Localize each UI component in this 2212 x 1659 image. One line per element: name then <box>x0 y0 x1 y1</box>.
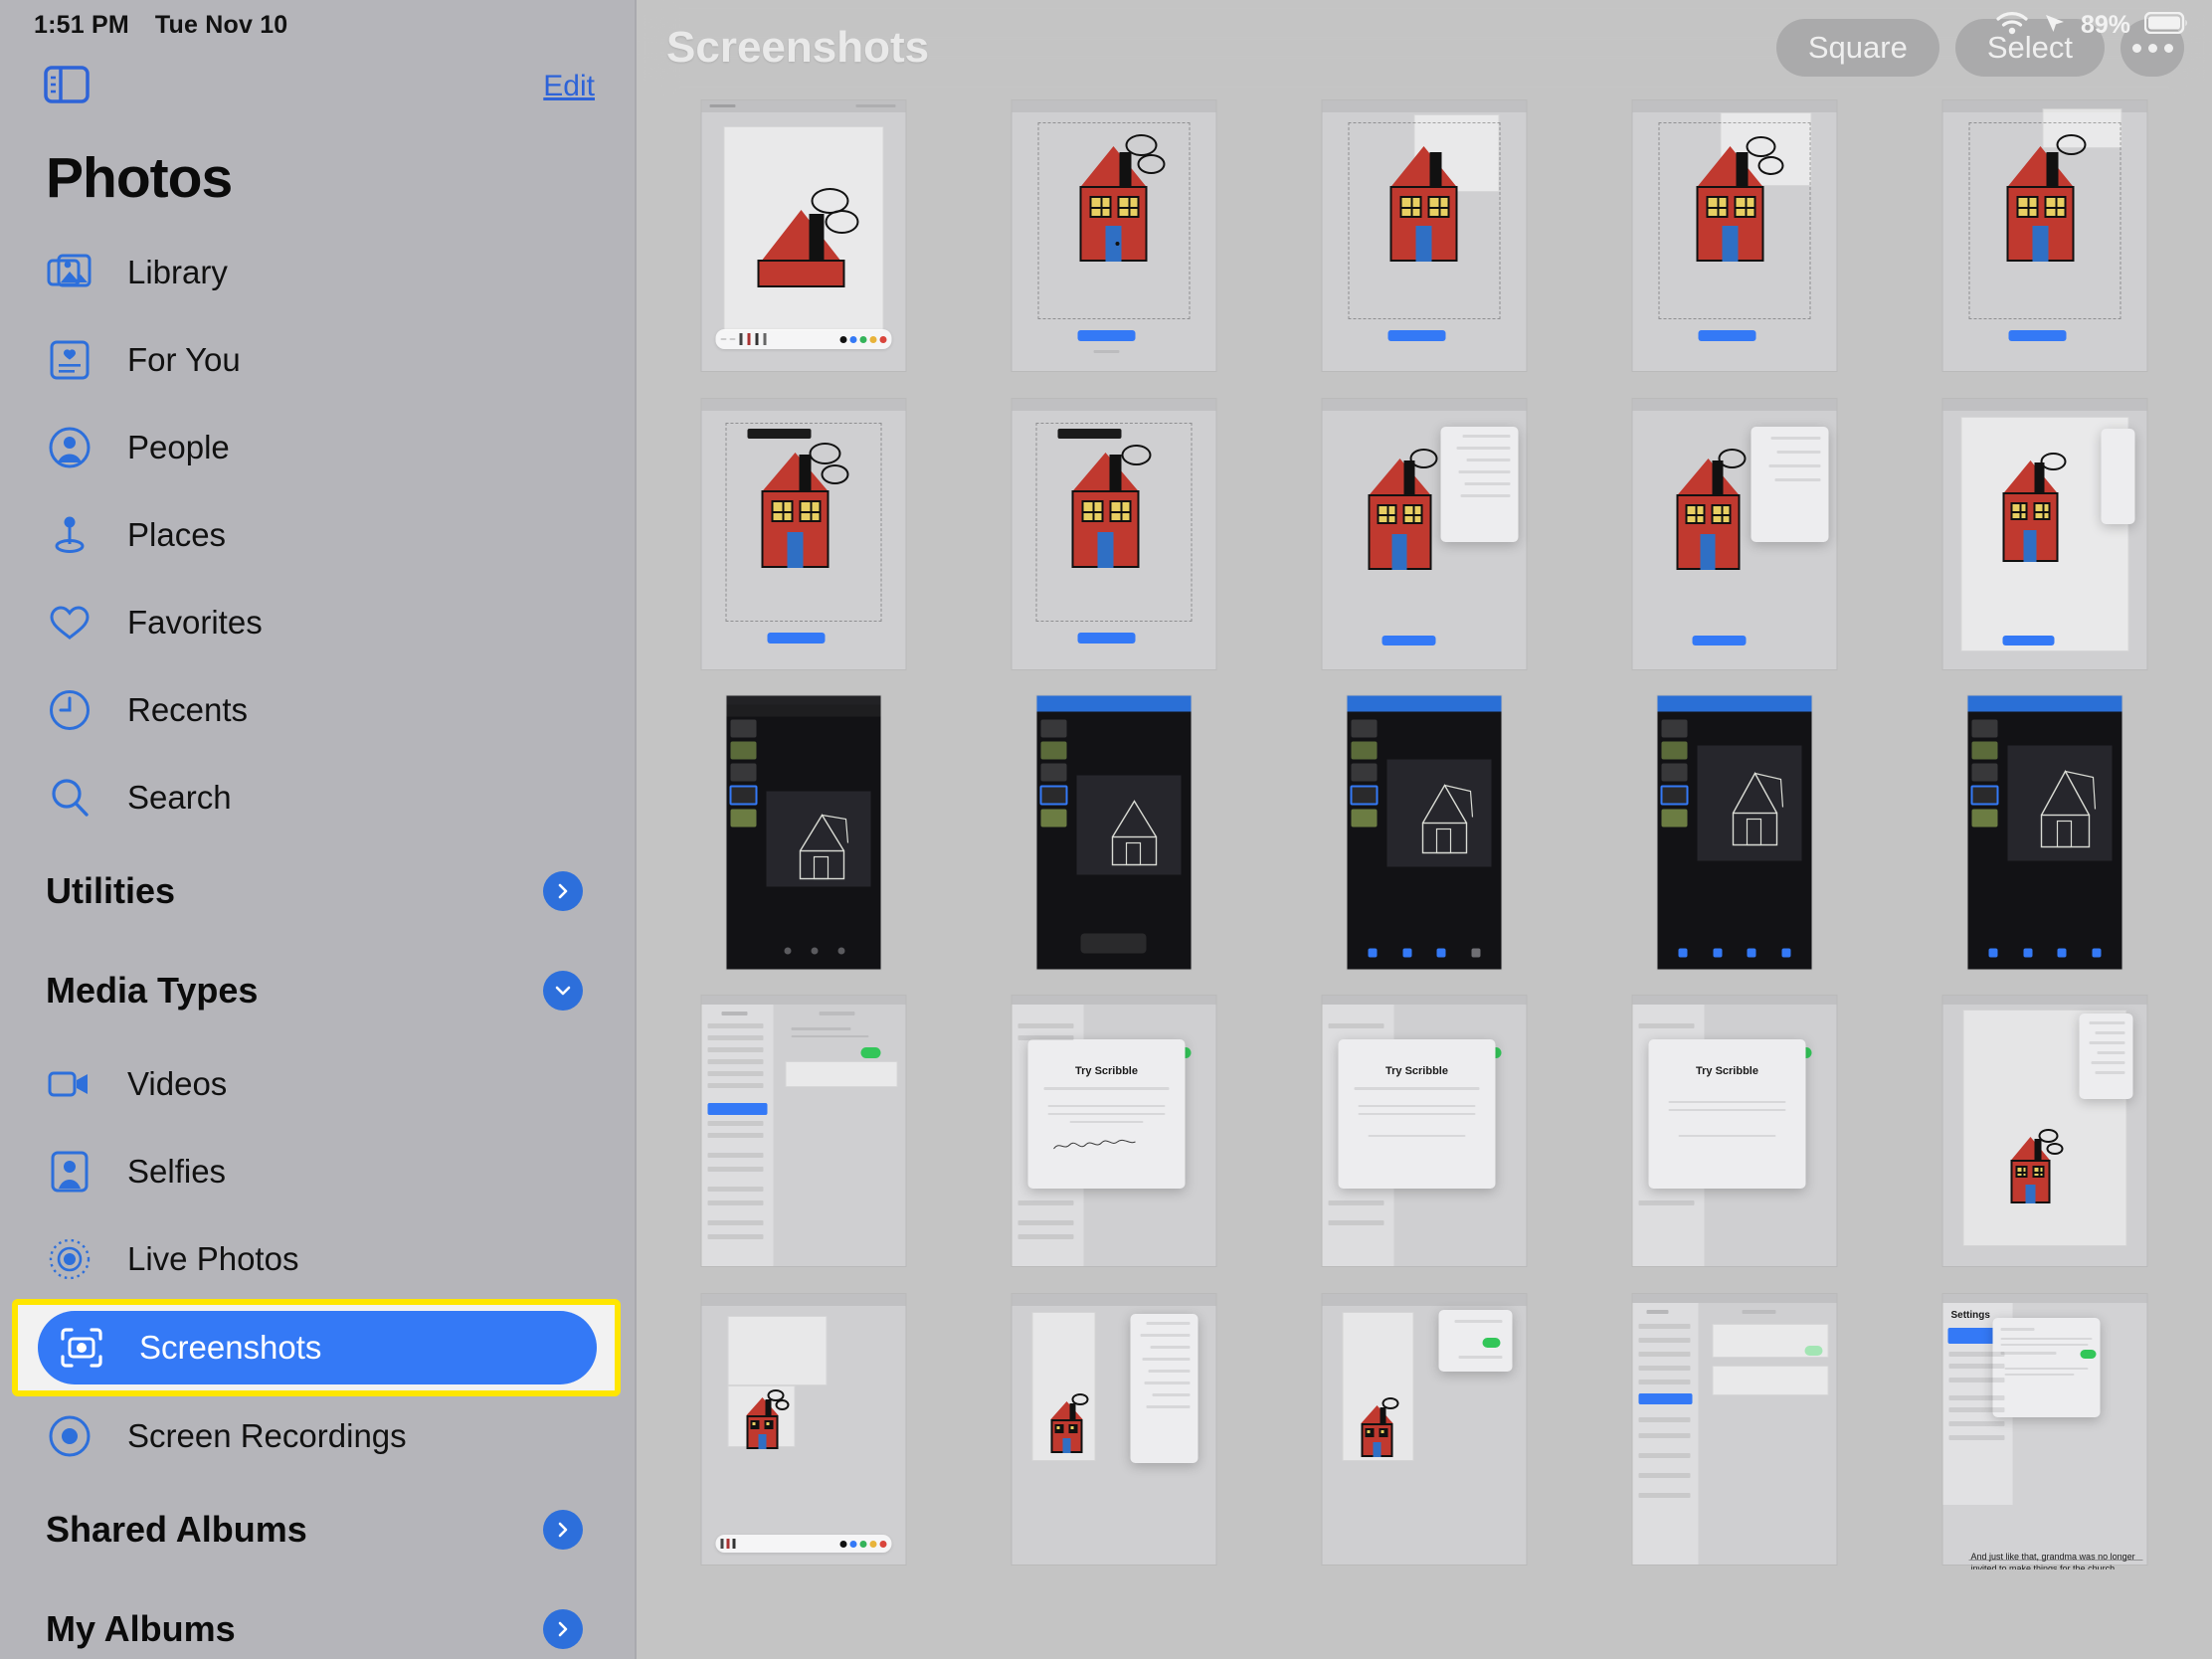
grid-item[interactable] <box>1279 95 1569 376</box>
sidebar-top-row: Edit <box>0 50 635 123</box>
grid-item[interactable] <box>658 394 949 674</box>
grid-item[interactable]: Settings And just like that, grandma was… <box>1900 1289 2190 1569</box>
for-you-card-icon <box>46 336 93 384</box>
photo-grid: Try Scribble Try Scribble Try Scribble S… <box>637 0 2212 1659</box>
grid-item[interactable]: Try Scribble <box>1589 991 1880 1271</box>
sidebar-item-label: Favorites <box>127 604 263 641</box>
thumbnail-caption: And just like that, grandma was no longe… <box>1970 1552 2135 1569</box>
sidebar-section-my-albums[interactable]: My Albums <box>0 1579 635 1659</box>
location-arrow-icon <box>2043 11 2067 40</box>
status-time: 1:51 PM <box>34 10 129 39</box>
chevron-down-icon[interactable] <box>543 971 583 1011</box>
grid-item[interactable] <box>658 692 949 973</box>
page-title: Photos <box>46 146 233 210</box>
sidebar: 1:51 PM Tue Nov 10 Edit Photos Library F… <box>0 0 637 1659</box>
grid-item[interactable] <box>969 394 1259 674</box>
sidebar-item-places[interactable]: Places <box>0 491 635 579</box>
sidebar-item-videos[interactable]: Videos <box>0 1040 635 1128</box>
grid-item[interactable] <box>969 692 1259 973</box>
content-area: 89% Screenshots Square Select Try Scribb… <box>637 0 2212 1659</box>
heart-icon <box>46 599 93 646</box>
sidebar-item-people[interactable]: People <box>0 404 635 491</box>
sidebar-item-for-you[interactable]: For You <box>0 316 635 404</box>
chevron-right-icon[interactable] <box>543 871 583 911</box>
sidebar-item-screenshots[interactable]: Screenshots <box>38 1311 597 1384</box>
sidebar-item-label: Library <box>127 254 228 290</box>
sidebar-item-label: For You <box>127 341 241 378</box>
sidebar-item-recents[interactable]: Recents <box>0 666 635 754</box>
battery-percent: 89% <box>2080 10 2130 39</box>
person-circle-icon <box>46 424 93 471</box>
grid-item[interactable] <box>1900 95 2190 376</box>
section-label: Shared Albums <box>46 1509 307 1550</box>
grid-item[interactable] <box>1900 692 2190 973</box>
sidebar-item-label: Screen Recordings <box>127 1417 407 1454</box>
sidebar-item-label: Selfies <box>127 1153 227 1190</box>
sidebar-section-media-types[interactable]: Media Types <box>0 941 635 1040</box>
sidebar-item-label: Places <box>127 516 227 553</box>
album-title: Screenshots <box>666 23 930 72</box>
sidebar-item-library[interactable]: Library <box>0 229 635 316</box>
sidebar-section-shared-albums[interactable]: Shared Albums <box>0 1480 635 1579</box>
status-bar-left: 1:51 PM Tue Nov 10 <box>0 0 635 50</box>
aspect-ratio-button[interactable]: Square <box>1775 19 1939 77</box>
ipad-photos-screen: 1:51 PM Tue Nov 10 Edit Photos Library F… <box>0 0 2212 1659</box>
magnifier-icon <box>46 774 93 822</box>
section-label: Media Types <box>46 970 259 1011</box>
grid-item[interactable] <box>1279 394 1569 674</box>
sidebar-item-favorites[interactable]: Favorites <box>0 579 635 666</box>
status-date: Tue Nov 10 <box>154 10 288 39</box>
grid-item[interactable] <box>1589 692 1880 973</box>
section-label: Utilities <box>46 870 176 911</box>
sidebar-item-live-photos[interactable]: Live Photos <box>0 1215 635 1303</box>
scribble-dialog-title: Try Scribble <box>1075 1065 1138 1077</box>
sidebar-item-label: Recents <box>127 691 249 728</box>
grid-item[interactable]: Try Scribble <box>1279 991 1569 1271</box>
screenshots-selection-wrapper: Screenshots <box>0 1299 635 1396</box>
grid-item[interactable] <box>658 991 949 1271</box>
grid-item[interactable] <box>1279 1289 1569 1569</box>
sidebar-item-screen-recordings[interactable]: Screen Recordings <box>0 1392 635 1480</box>
live-photo-icon <box>46 1235 93 1283</box>
sidebar-section-utilities[interactable]: Utilities <box>0 841 635 941</box>
sidebar-item-label: Live Photos <box>127 1240 299 1277</box>
grid-item[interactable]: Try Scribble <box>969 991 1259 1271</box>
grid-item[interactable] <box>969 1289 1259 1569</box>
sidebar-item-label: People <box>127 429 230 465</box>
status-bar-right: 89% <box>1995 0 2188 50</box>
sidebar-item-search[interactable]: Search <box>0 754 635 841</box>
chevron-right-icon[interactable] <box>543 1510 583 1550</box>
grid-item[interactable] <box>1589 394 1880 674</box>
sidebar-item-label: Search <box>127 779 232 816</box>
grid-item[interactable] <box>969 95 1259 376</box>
grid-item[interactable] <box>658 95 949 376</box>
sidebar-toggle-icon[interactable] <box>44 65 90 108</box>
chevron-right-icon[interactable] <box>543 1609 583 1649</box>
record-circle-icon <box>46 1412 93 1460</box>
battery-icon <box>2143 11 2188 39</box>
map-pin-icon <box>46 511 93 559</box>
screenshot-camera-icon <box>58 1324 105 1372</box>
video-camera-icon <box>46 1060 93 1108</box>
photo-stack-icon <box>46 249 93 296</box>
edit-button[interactable]: Edit <box>543 70 595 103</box>
clock-icon <box>46 686 93 734</box>
grid-item[interactable] <box>658 1289 949 1569</box>
wifi-icon <box>1995 10 2029 41</box>
content-header: Screenshots Square Select <box>637 0 2212 95</box>
grid-item[interactable] <box>1900 394 2190 674</box>
grid-item[interactable] <box>1589 1289 1880 1569</box>
sidebar-item-label: Videos <box>127 1065 228 1102</box>
grid-item[interactable] <box>1589 95 1880 376</box>
grid-item[interactable] <box>1279 692 1569 973</box>
scribble-dialog-title: Try Scribble <box>1385 1065 1448 1077</box>
selfie-person-icon <box>46 1148 93 1196</box>
sidebar-item-selfies[interactable]: Selfies <box>0 1128 635 1215</box>
grid-item[interactable] <box>1900 991 2190 1271</box>
section-label: My Albums <box>46 1608 236 1649</box>
settings-label: Settings <box>1950 1310 1990 1321</box>
scribble-dialog-title: Try Scribble <box>1696 1065 1758 1077</box>
sidebar-item-label: Screenshots <box>139 1329 322 1366</box>
